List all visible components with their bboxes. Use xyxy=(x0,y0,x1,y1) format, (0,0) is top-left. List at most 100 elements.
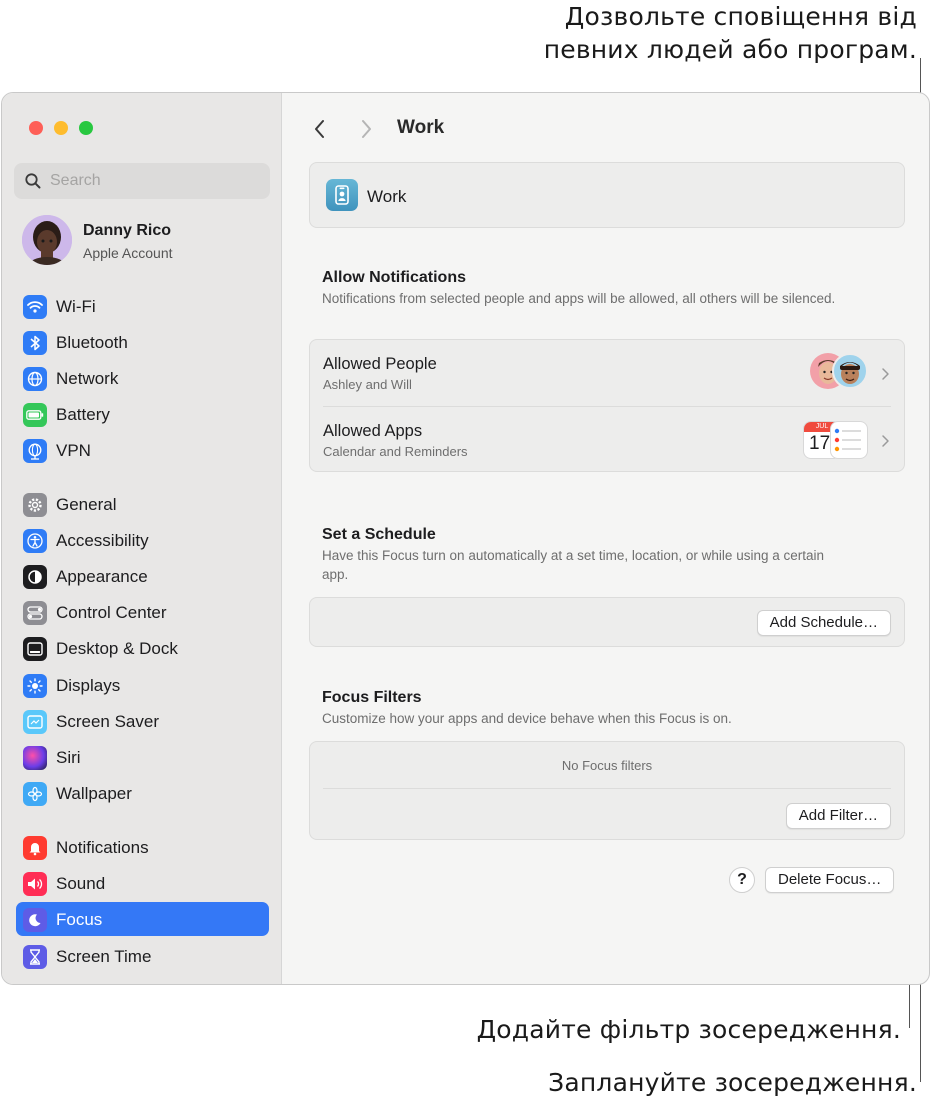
sidebar-item-label: Wallpaper xyxy=(56,784,132,803)
focus-name-card[interactable]: Work xyxy=(309,162,905,228)
callout-allow-line1: Дозвольте сповіщення від xyxy=(564,2,917,31)
allow-notifications-title: Allow Notifications xyxy=(322,269,466,286)
delete-focus-button[interactable]: Delete Focus… xyxy=(765,867,895,893)
allowed-apps-row[interactable]: Allowed Apps Calendar and Reminders JUL … xyxy=(310,407,904,473)
flower-icon xyxy=(23,782,47,806)
sidebar-item-sound[interactable]: Sound xyxy=(16,866,269,900)
sidebar-item-label: Appearance xyxy=(56,567,148,586)
callout-allow-line2: певних людей або програм. xyxy=(543,35,917,64)
wifi-icon xyxy=(23,295,47,319)
settings-window: Danny Rico Apple Account Wi-Fi Bluetooth… xyxy=(1,92,930,985)
close-window-button[interactable] xyxy=(29,121,43,135)
bluetooth-icon xyxy=(23,331,47,355)
callout-schedule: Заплануйте зосередження. xyxy=(548,1068,917,1097)
sidebar-item-appearance[interactable]: Appearance xyxy=(16,559,269,593)
allowed-people-title: Allowed People xyxy=(323,355,437,373)
search-field[interactable] xyxy=(14,163,270,199)
allow-notifications-description: Notifications from selected people and a… xyxy=(322,291,836,306)
sidebar-item-label: Displays xyxy=(56,676,121,695)
minimize-window-button[interactable] xyxy=(54,121,68,135)
sidebar-item-wifi[interactable]: Wi-Fi xyxy=(16,289,269,323)
sidebar-item-label: Screen Time xyxy=(56,947,152,966)
moon-icon xyxy=(23,908,47,932)
apple-account[interactable]: Danny Rico Apple Account xyxy=(22,215,272,267)
add-schedule-button[interactable]: Add Schedule… xyxy=(756,610,891,636)
sidebar-item-network[interactable]: Network xyxy=(16,361,269,395)
callout-allow-notifications: Дозвольте сповіщення від певних людей аб… xyxy=(397,0,917,66)
account-name: Danny Rico xyxy=(83,222,172,239)
control-center-icon xyxy=(23,601,47,625)
sidebar-item-desktop-dock[interactable]: Desktop & Dock xyxy=(16,631,269,665)
zoom-window-button[interactable] xyxy=(79,121,93,135)
sidebar-item-label: Control Center xyxy=(56,603,167,622)
focus-filters-title: Focus Filters xyxy=(322,689,422,706)
schedule-card: Add Schedule… xyxy=(309,597,905,647)
back-arrow-icon[interactable] xyxy=(310,117,330,141)
sidebar-item-vpn[interactable]: VPN xyxy=(16,433,269,467)
account-subtitle: Apple Account xyxy=(83,245,173,261)
battery-icon xyxy=(23,403,47,427)
sidebar-item-label: Sound xyxy=(56,874,106,893)
sidebar-item-control-center[interactable]: Control Center xyxy=(16,595,269,629)
search-icon xyxy=(25,173,41,189)
dock-icon xyxy=(23,637,47,661)
callout-add-filter: Додайте фільтр зосередження. xyxy=(476,1015,901,1044)
forward-arrow-icon[interactable] xyxy=(356,117,376,141)
sidebar-item-accessibility[interactable]: Accessibility xyxy=(16,523,269,557)
bell-icon xyxy=(23,836,47,860)
help-button[interactable]: ? xyxy=(729,867,755,893)
sidebar-item-label: General xyxy=(56,495,117,514)
hourglass-icon xyxy=(23,945,47,969)
sidebar-item-label: Network xyxy=(56,369,119,388)
sidebar-item-label: Focus xyxy=(56,910,103,929)
no-focus-filters-text: No Focus filters xyxy=(561,758,653,773)
filter-divider xyxy=(323,788,891,789)
sidebar-item-battery[interactable]: Battery xyxy=(16,397,269,431)
gear-icon xyxy=(23,493,47,517)
add-filter-button[interactable]: Add Filter… xyxy=(785,803,891,829)
allow-notifications-card: Allowed People Ashley and Will Allowed A… xyxy=(309,339,905,472)
allowed-people-row[interactable]: Allowed People Ashley and Will xyxy=(310,340,904,406)
chevron-right-icon xyxy=(882,435,889,447)
sidebar-item-general[interactable]: General xyxy=(16,487,269,521)
chevron-right-icon xyxy=(882,368,889,380)
sidebar: Danny Rico Apple Account Wi-Fi Bluetooth… xyxy=(2,93,282,984)
sidebar-item-label: Wi-Fi xyxy=(56,297,96,316)
sidebar-item-label: Bluetooth xyxy=(56,333,128,352)
reminders-icon xyxy=(830,421,868,459)
sidebar-item-label: Battery xyxy=(56,405,110,424)
allowed-people-subtitle: Ashley and Will xyxy=(323,377,412,392)
main-pane: Work Work Allow Notifications Notificati… xyxy=(283,93,929,984)
sidebar-item-bluetooth[interactable]: Bluetooth xyxy=(16,325,269,359)
page-title: Work xyxy=(397,117,445,138)
siri-icon xyxy=(23,746,47,770)
focus-name: Work xyxy=(367,187,407,206)
will-avatar xyxy=(832,353,868,389)
appearance-icon xyxy=(23,565,47,589)
avatar xyxy=(22,215,72,265)
set-schedule-description: Have this Focus turn on automatically at… xyxy=(322,548,824,582)
sidebar-item-label: Screen Saver xyxy=(56,712,159,731)
accessibility-icon xyxy=(23,529,47,553)
sidebar-item-displays[interactable]: Displays xyxy=(16,668,269,702)
speaker-icon xyxy=(23,872,47,896)
sidebar-item-wallpaper[interactable]: Wallpaper xyxy=(16,776,269,810)
sidebar-item-label: Notifications xyxy=(56,838,149,857)
sidebar-item-screen-saver[interactable]: Screen Saver xyxy=(16,704,269,738)
sidebar-item-label: VPN xyxy=(56,441,91,460)
screen-saver-icon xyxy=(23,710,47,734)
search-input[interactable] xyxy=(50,163,260,199)
allowed-apps-subtitle: Calendar and Reminders xyxy=(323,444,468,459)
sun-icon xyxy=(23,674,47,698)
set-schedule-title: Set a Schedule xyxy=(322,526,436,543)
allowed-apps-title: Allowed Apps xyxy=(323,422,423,440)
sidebar-item-notifications[interactable]: Notifications xyxy=(16,830,269,864)
sidebar-item-screen-time[interactable]: Screen Time xyxy=(16,939,269,973)
badge-icon xyxy=(326,179,358,211)
sidebar-item-siri[interactable]: Siri xyxy=(16,740,269,774)
globe-icon xyxy=(23,367,47,391)
sidebar-item-label: Siri xyxy=(56,748,81,767)
sidebar-item-focus[interactable]: Focus xyxy=(16,902,269,936)
vpn-globe-icon xyxy=(23,439,47,463)
focus-filters-card: No Focus filters Add Filter… xyxy=(309,741,905,840)
